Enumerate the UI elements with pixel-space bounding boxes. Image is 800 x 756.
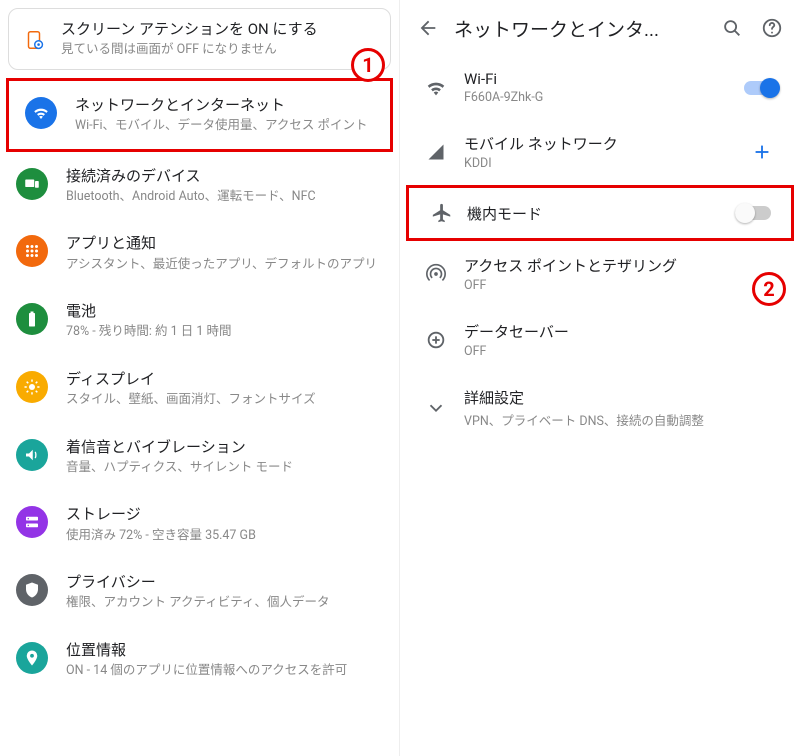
item-title: 電池 xyxy=(66,301,383,321)
item-subtitle: 使用済み 72% - 空き容量 35.47 GB xyxy=(66,527,383,545)
item-subtitle: 権限、アカウント アクティビティ、個人データ xyxy=(66,594,383,612)
screen-attention-icon xyxy=(21,27,47,53)
item-subtitle: KDDI xyxy=(464,156,738,171)
airplane-icon xyxy=(417,202,467,224)
settings-item-sound[interactable]: 着信音とバイブレーション 音量、ハプティクス、サイレント モード xyxy=(0,423,399,491)
settings-item-display[interactable]: ディスプレイ スタイル、壁紙、画面消灯、フォントサイズ xyxy=(0,355,399,423)
appbar: ネットワークとインタ... xyxy=(400,0,800,56)
suggestion-card[interactable]: スクリーン アテンションを ON にする 見ている間は画面が OFF になりませ… xyxy=(8,8,391,70)
network-item-advanced[interactable]: 詳細設定 VPN、プライベート DNS、接続の自動調整 xyxy=(400,373,800,443)
help-button[interactable] xyxy=(752,8,792,48)
airplane-switch[interactable] xyxy=(729,203,777,223)
item-subtitle: 音量、ハプティクス、サイレント モード xyxy=(66,459,383,477)
item-title: ディスプレイ xyxy=(66,369,383,389)
item-title: ネットワークとインターネット xyxy=(75,95,374,115)
settings-main-panel: スクリーン アテンションを ON にする 見ている間は画面が OFF になりませ… xyxy=(0,0,400,756)
privacy-icon xyxy=(16,574,48,606)
item-title: 機内モード xyxy=(467,203,729,224)
item-subtitle: スタイル、壁紙、画面消灯、フォントサイズ xyxy=(66,391,383,409)
expand-icon xyxy=(408,397,464,419)
item-title: ストレージ xyxy=(66,504,383,524)
item-title: データセーバー xyxy=(464,321,786,342)
location-icon xyxy=(16,642,48,674)
devices-icon xyxy=(16,168,48,200)
item-title: プライバシー xyxy=(66,572,383,592)
network-item-airplane[interactable]: 機内モード xyxy=(406,185,794,241)
hotspot-icon xyxy=(408,263,464,285)
back-button[interactable] xyxy=(408,8,448,48)
settings-item-connected-devices[interactable]: 接続済みのデバイス Bluetooth、Android Auto、運転モード、N… xyxy=(0,152,399,220)
suggestion-title: スクリーン アテンションを ON にする xyxy=(61,19,378,39)
settings-item-storage[interactable]: ストレージ 使用済み 72% - 空き容量 35.47 GB xyxy=(0,490,399,558)
appbar-title: ネットワークとインタ... xyxy=(448,15,712,42)
item-title: 着信音とバイブレーション xyxy=(66,437,383,457)
network-settings-panel: ネットワークとインタ... Wi-Fi F660A-9Zhk-G モバイル ネッ… xyxy=(400,0,800,756)
network-item-datasaver[interactable]: データセーバー OFF xyxy=(400,307,800,373)
item-title: アプリと通知 xyxy=(66,233,383,253)
item-title: アクセス ポイントとテザリング xyxy=(464,255,786,276)
item-title: Wi-Fi xyxy=(464,70,738,88)
settings-item-apps[interactable]: アプリと通知 アシスタント、最近使ったアプリ、デフォルトのアプリ xyxy=(0,219,399,287)
item-subtitle: OFF xyxy=(464,344,786,359)
add-network-button[interactable] xyxy=(738,141,786,163)
item-subtitle: ON - 14 個のアプリに位置情報へのアクセスを許可 xyxy=(66,662,383,680)
wifi-icon xyxy=(408,77,464,99)
item-title: 位置情報 xyxy=(66,640,383,660)
cellular-icon xyxy=(408,142,464,162)
wifi-icon xyxy=(25,97,57,129)
settings-item-location[interactable]: 位置情報 ON - 14 個のアプリに位置情報へのアクセスを許可 xyxy=(0,626,399,694)
annotation-badge-1: 1 xyxy=(351,48,385,82)
search-button[interactable] xyxy=(712,8,752,48)
item-subtitle: Wi-Fi、モバイル、データ使用量、アクセス ポイント xyxy=(75,117,374,135)
item-subtitle: Bluetooth、Android Auto、運転モード、NFC xyxy=(66,188,383,206)
datasaver-icon xyxy=(408,329,464,351)
item-title: 詳細設定 xyxy=(464,387,786,408)
item-subtitle: F660A-9Zhk-G xyxy=(464,90,738,105)
suggestion-subtitle: 見ている間は画面が OFF になりません xyxy=(61,41,378,59)
wifi-switch[interactable] xyxy=(738,78,786,98)
storage-icon xyxy=(16,506,48,538)
item-subtitle: VPN、プライベート DNS、接続の自動調整 xyxy=(464,410,786,429)
network-item-mobile[interactable]: モバイル ネットワーク KDDI xyxy=(400,119,800,185)
item-subtitle: OFF xyxy=(464,278,786,293)
network-item-hotspot[interactable]: アクセス ポイントとテザリング OFF xyxy=(400,241,800,307)
sound-icon xyxy=(16,439,48,471)
apps-icon xyxy=(16,235,48,267)
battery-icon xyxy=(16,303,48,335)
item-subtitle: アシスタント、最近使ったアプリ、デフォルトのアプリ xyxy=(66,256,383,274)
display-icon xyxy=(16,371,48,403)
item-title: モバイル ネットワーク xyxy=(464,133,738,154)
settings-item-battery[interactable]: 電池 78% - 残り時間: 約 1 日 1 時間 xyxy=(0,287,399,355)
item-subtitle: 78% - 残り時間: 約 1 日 1 時間 xyxy=(66,323,383,341)
item-title: 接続済みのデバイス xyxy=(66,166,383,186)
settings-item-network[interactable]: ネットワークとインターネット Wi-Fi、モバイル、データ使用量、アクセス ポイ… xyxy=(6,78,393,152)
settings-item-privacy[interactable]: プライバシー 権限、アカウント アクティビティ、個人データ xyxy=(0,558,399,626)
annotation-badge-2: 2 xyxy=(752,272,786,306)
network-item-wifi[interactable]: Wi-Fi F660A-9Zhk-G xyxy=(400,56,800,119)
